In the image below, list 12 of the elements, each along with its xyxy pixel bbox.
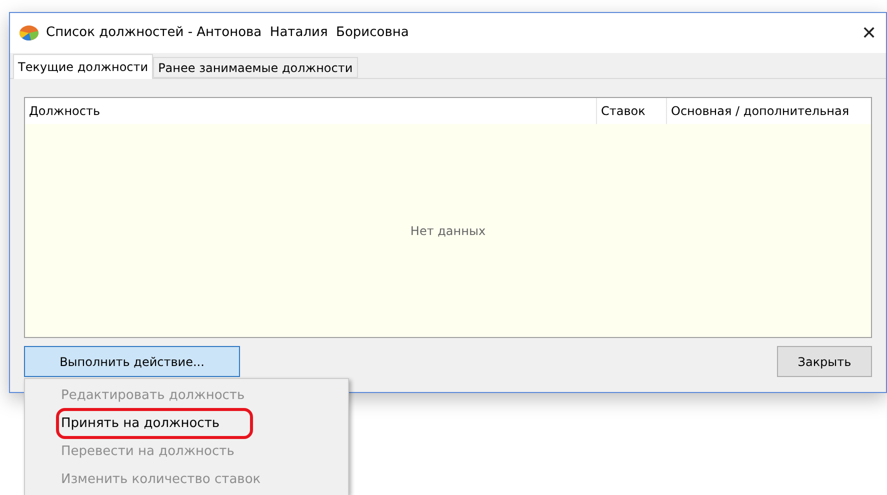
menu-item[interactable]: Принять на должность xyxy=(61,414,220,434)
close-button[interactable]: ✕ xyxy=(854,18,884,48)
column-header[interactable]: Должность xyxy=(25,98,596,124)
tab[interactable]: Ранее занимаемые должности xyxy=(153,57,358,78)
empty-message: Нет данных xyxy=(410,222,486,240)
action-button[interactable]: Выполнить действие... xyxy=(24,346,240,377)
column-header[interactable]: Ставок xyxy=(596,98,666,124)
tab[interactable]: Текущие должности xyxy=(13,54,154,79)
close-dialog-button[interactable]: Закрыть xyxy=(777,346,872,377)
column-header[interactable]: Основная / дополнительная xyxy=(666,98,871,124)
app-icon xyxy=(19,25,39,41)
window-title: Список должностей - Антонова Наталия Борисовна xyxy=(46,24,409,42)
